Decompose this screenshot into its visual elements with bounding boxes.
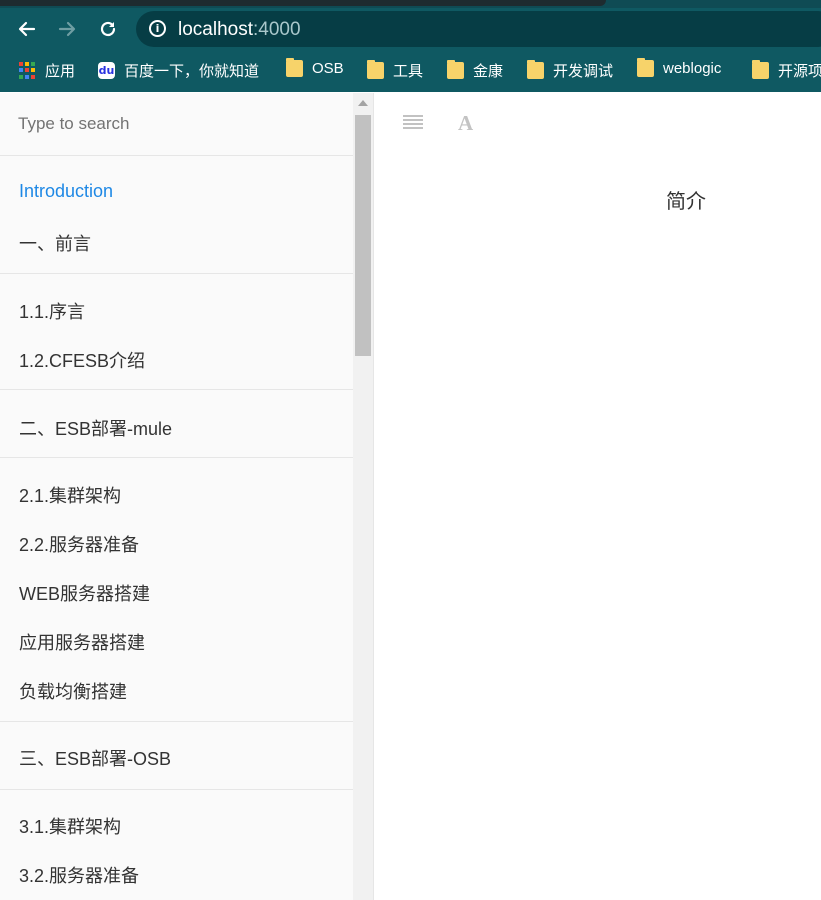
reload-button[interactable]	[96, 17, 120, 41]
reload-icon	[100, 21, 116, 37]
summary-item-esb-mule[interactable]: 二、ESB部署-mule	[19, 415, 172, 441]
folder-icon	[637, 58, 654, 77]
folder-icon	[752, 60, 769, 79]
summary-item-server-prep-2[interactable]: 2.2.服务器准备	[19, 531, 139, 557]
forward-button[interactable]	[55, 17, 79, 41]
sidebar-scrollbar[interactable]	[353, 93, 373, 900]
summary-divider	[0, 789, 353, 790]
summary-item-preface[interactable]: 1.1.序言	[19, 298, 85, 324]
summary-divider	[0, 273, 353, 274]
page-title: 简介	[666, 191, 706, 213]
site-info-icon[interactable]: i	[149, 20, 166, 37]
summary-item-cluster-arch-3[interactable]: 3.1.集群架构	[19, 813, 121, 839]
summary-item-web-server[interactable]: WEB服务器搭建	[19, 580, 150, 606]
search-input[interactable]	[0, 93, 352, 155]
summary-item-cfesb-intro[interactable]: 1.2.CFESB介绍	[19, 347, 145, 373]
summary-divider	[0, 457, 353, 458]
bookmark-osb[interactable]: OSB	[286, 58, 344, 77]
scrollbar-thumb[interactable]	[355, 115, 371, 356]
bookmark-open-source[interactable]: 开源项	[752, 60, 821, 81]
bookmark-baidu[interactable]: du 百度一下，你就知道	[98, 60, 259, 81]
summary-divider	[0, 389, 353, 390]
address-bar[interactable]: i localhost:4000	[136, 11, 821, 47]
book-sidebar: Introduction 一、前言 1.1.序言 1.2.CFESB介绍 二、E…	[0, 93, 374, 900]
toggle-summary-icon[interactable]	[403, 115, 423, 131]
summary-item-introduction[interactable]: Introduction	[19, 181, 113, 202]
font-settings-icon[interactable]: A	[458, 111, 473, 136]
bookmark-apps[interactable]: 应用	[19, 60, 75, 81]
navigation-bar: i localhost:4000	[0, 8, 821, 50]
tab-strip	[0, 0, 821, 8]
summary-item-app-server[interactable]: 应用服务器搭建	[19, 629, 145, 655]
bookmarks-bar: 应用 du 百度一下，你就知道 OSB 工具 金康 开发调试 weblogic …	[0, 50, 821, 92]
bookmark-tools[interactable]: 工具	[367, 60, 423, 81]
summary-item-esb-osb[interactable]: 三、ESB部署-OSB	[19, 745, 171, 771]
summary-item-cluster-arch-2[interactable]: 2.1.集群架构	[19, 482, 121, 508]
arrow-right-icon	[58, 21, 76, 37]
summary-divider	[0, 721, 353, 722]
back-button[interactable]	[15, 17, 39, 41]
bookmark-weblogic[interactable]: weblogic	[637, 58, 721, 77]
arrow-left-icon	[18, 21, 36, 37]
apps-grid-icon	[19, 62, 36, 79]
active-tab[interactable]	[0, 0, 606, 6]
bookmark-dev-debug[interactable]: 开发调试	[527, 60, 613, 81]
url-text[interactable]: localhost:4000	[178, 19, 301, 41]
bookmark-jinkang[interactable]: 金康	[447, 60, 503, 81]
summary-item-load-balancer[interactable]: 负载均衡搭建	[19, 678, 127, 704]
folder-icon	[286, 58, 303, 77]
summary-item-preface-chapter[interactable]: 一、前言	[19, 230, 91, 256]
folder-icon	[527, 60, 544, 79]
book-search	[0, 93, 373, 156]
folder-icon	[367, 60, 384, 79]
baidu-icon: du	[98, 62, 115, 79]
summary-item-server-prep-3[interactable]: 3.2.服务器准备	[19, 862, 139, 888]
scroll-up-arrow-icon[interactable]	[358, 100, 368, 106]
folder-icon	[447, 60, 464, 79]
